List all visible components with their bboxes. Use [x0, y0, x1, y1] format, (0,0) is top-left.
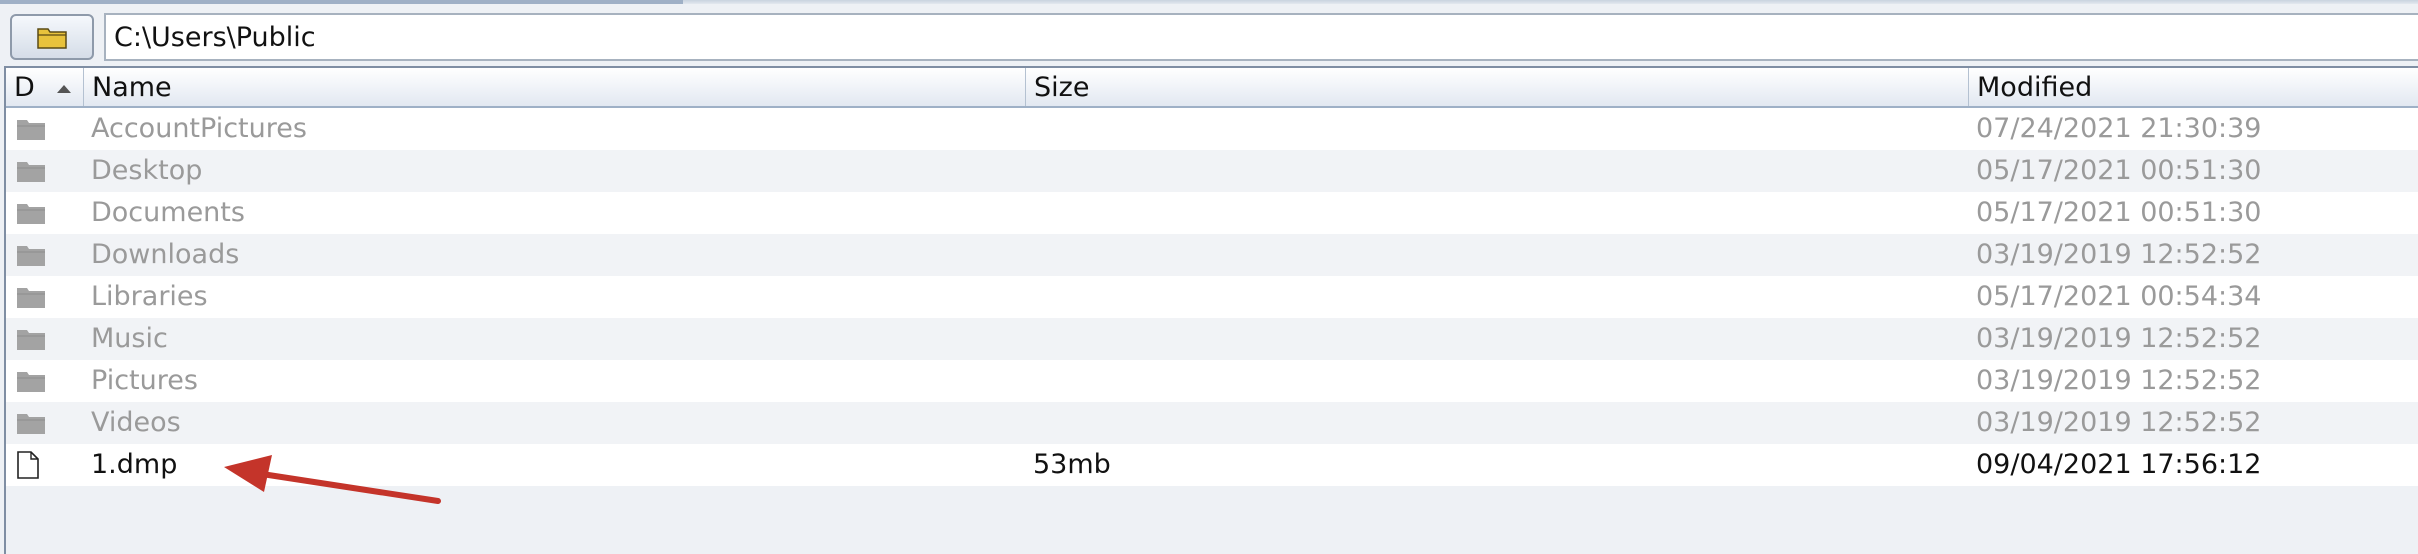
browse-folder-button[interactable] — [10, 14, 94, 60]
row-modified: 09/04/2021 17:56:12 — [1976, 449, 2262, 480]
folder-icon — [6, 150, 84, 192]
row-name: Documents — [91, 197, 245, 228]
table-row[interactable]: Desktop 05/17/2021 00:51:30 — [6, 150, 2418, 192]
table-row[interactable]: AccountPictures 07/24/2021 21:30:39 — [6, 108, 2418, 150]
row-modified: 05/17/2021 00:51:30 — [1976, 155, 2262, 186]
row-modified: 03/19/2019 12:52:52 — [1976, 323, 2262, 354]
column-header-name[interactable]: Name — [84, 68, 1026, 106]
table-header: D Name Size Modified — [6, 68, 2418, 108]
column-header-size-label: Size — [1034, 72, 1090, 103]
table-row[interactable]: Downloads 03/19/2019 12:52:52 — [6, 234, 2418, 276]
column-header-modified-label: Modified — [1977, 72, 2093, 103]
sort-ascending-icon — [57, 85, 71, 93]
table-row-file[interactable]: 1.dmp 53mb 09/04/2021 17:56:12 — [6, 444, 2418, 486]
row-modified: 03/19/2019 12:52:52 — [1976, 239, 2262, 270]
path-input[interactable] — [104, 13, 2418, 61]
row-name: 1.dmp — [91, 449, 178, 480]
folder-icon — [37, 28, 67, 49]
row-name: AccountPictures — [91, 113, 307, 144]
folder-icon — [6, 360, 84, 402]
row-modified: 03/19/2019 12:52:52 — [1976, 407, 2262, 438]
row-name: Downloads — [91, 239, 240, 270]
folder-icon — [6, 276, 84, 318]
row-modified: 07/24/2021 21:30:39 — [1976, 113, 2262, 144]
row-modified: 03/19/2019 12:52:52 — [1976, 365, 2262, 396]
row-modified: 05/17/2021 00:54:34 — [1976, 281, 2262, 312]
folder-icon — [6, 234, 84, 276]
column-header-size[interactable]: Size — [1026, 68, 1969, 106]
folder-icon — [6, 318, 84, 360]
folder-icon — [6, 402, 84, 444]
row-name: Desktop — [91, 155, 203, 186]
folder-icon — [6, 192, 84, 234]
table-row[interactable]: Pictures 03/19/2019 12:52:52 — [6, 360, 2418, 402]
file-icon — [6, 444, 84, 486]
file-table: D Name Size Modified AccountPictures 07/… — [4, 66, 2418, 554]
table-row[interactable]: Music 03/19/2019 12:52:52 — [6, 318, 2418, 360]
table-rows: AccountPictures 07/24/2021 21:30:39 Desk… — [6, 108, 2418, 486]
column-header-modified[interactable]: Modified — [1969, 68, 2418, 106]
column-header-d[interactable]: D — [6, 68, 84, 106]
path-toolbar — [0, 4, 2418, 66]
column-header-d-label: D — [14, 72, 35, 103]
table-row[interactable]: Libraries 05/17/2021 00:54:34 — [6, 276, 2418, 318]
row-name: Libraries — [91, 281, 208, 312]
column-header-name-label: Name — [92, 72, 172, 103]
folder-icon — [6, 108, 84, 150]
row-size: 53mb — [1033, 449, 1111, 480]
row-name: Music — [91, 323, 168, 354]
row-modified: 05/17/2021 00:51:30 — [1976, 197, 2262, 228]
table-row[interactable]: Documents 05/17/2021 00:51:30 — [6, 192, 2418, 234]
row-name: Pictures — [91, 365, 198, 396]
row-name: Videos — [91, 407, 181, 438]
table-row[interactable]: Videos 03/19/2019 12:52:52 — [6, 402, 2418, 444]
